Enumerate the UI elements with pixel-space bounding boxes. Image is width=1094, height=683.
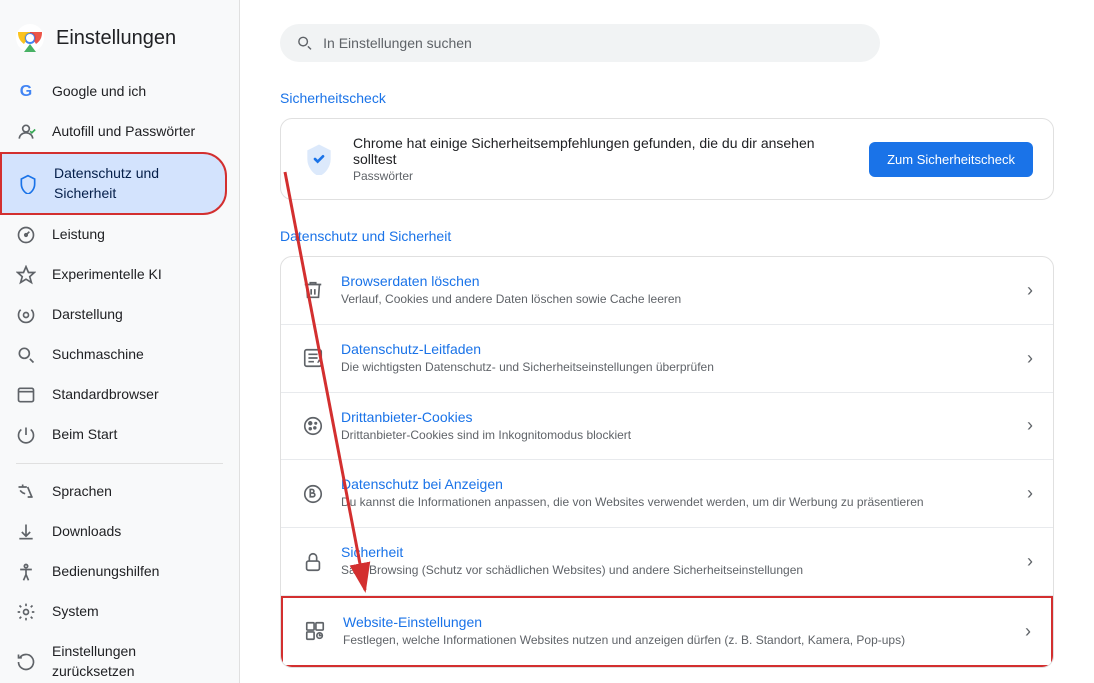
sidebar-divider: [16, 463, 223, 464]
sidebar-item-system[interactable]: System: [0, 592, 227, 632]
safety-card-text: Chrome hat einige Sicherheitsempfehlunge…: [353, 135, 853, 183]
site-settings-icon: [303, 619, 327, 643]
privacy-guide-icon: [301, 346, 325, 370]
privacy-guide-title: Datenschutz-Leitfaden: [341, 341, 1011, 357]
safety-check-button[interactable]: Zum Sicherheitscheck: [869, 142, 1033, 177]
security-title: Sicherheit: [341, 544, 1011, 560]
privacy-section-title: Datenschutz und Sicherheit: [280, 228, 1054, 244]
safety-card-title: Chrome hat einige Sicherheitsempfehlunge…: [353, 135, 853, 167]
chevron-right-icon-2: ›: [1027, 348, 1033, 369]
cookies-desc: Drittanbieter-Cookies sind im Inkognitom…: [341, 427, 1011, 444]
ad-privacy-text: Datenschutz bei Anzeigen Du kannst die I…: [341, 476, 1011, 511]
settings-item-clear-browsing[interactable]: Browserdaten löschen Verlauf, Cookies un…: [281, 257, 1053, 325]
safety-check-section-title: Sicherheitscheck: [280, 90, 1054, 106]
sidebar-item-search[interactable]: Suchmaschine: [0, 335, 227, 375]
search-bar[interactable]: [280, 24, 880, 62]
search-sidebar-icon: [16, 345, 36, 365]
settings-item-ad-privacy[interactable]: Datenschutz bei Anzeigen Du kannst die I…: [281, 460, 1053, 528]
safety-card-subtitle: Passwörter: [353, 169, 853, 183]
settings-item-privacy-guide[interactable]: Datenschutz-Leitfaden Die wichtigsten Da…: [281, 325, 1053, 393]
search-icon: [296, 34, 313, 52]
star-icon: [16, 265, 36, 285]
sidebar-item-autofill[interactable]: Autofill und Passwörter: [0, 112, 227, 152]
settings-section: Browserdaten löschen Verlauf, Cookies un…: [280, 256, 1054, 668]
privacy-guide-desc: Die wichtigsten Datenschutz- und Sicherh…: [341, 359, 1011, 376]
settings-item-cookies[interactable]: Drittanbieter-Cookies Drittanbieter-Cook…: [281, 393, 1053, 461]
security-desc: Safe Browsing (Schutz vor schädlichen We…: [341, 562, 1011, 579]
sidebar-item-privacy[interactable]: Datenschutz und Sicherheit: [0, 152, 227, 215]
reset-icon: [16, 652, 36, 672]
sidebar-item-downloads[interactable]: Downloads: [0, 512, 227, 552]
sidebar-item-accessibility[interactable]: Bedienungshilfen: [0, 552, 227, 592]
trash-icon: [301, 278, 325, 302]
sidebar: Einstellungen G Google und ich Autofill …: [0, 0, 240, 683]
sidebar-title: Einstellungen: [56, 27, 176, 50]
clear-browsing-text: Browserdaten löschen Verlauf, Cookies un…: [341, 273, 1011, 308]
security-text: Sicherheit Safe Browsing (Schutz vor sch…: [341, 544, 1011, 579]
ad-privacy-title: Datenschutz bei Anzeigen: [341, 476, 1011, 492]
cookies-text: Drittanbieter-Cookies Drittanbieter-Cook…: [341, 409, 1011, 444]
sidebar-item-startup[interactable]: Beim Start: [0, 415, 227, 455]
site-settings-title: Website-Einstellungen: [343, 614, 1009, 630]
google-icon: G: [16, 82, 36, 102]
chevron-right-icon-4: ›: [1027, 483, 1033, 504]
sidebar-item-appearance[interactable]: Darstellung: [0, 295, 227, 335]
main-wrapper: Sicherheitscheck Chrome hat einige Siche…: [240, 0, 1094, 683]
ad-privacy-desc: Du kannst die Informationen anpassen, di…: [341, 494, 1011, 511]
paint-icon: [16, 305, 36, 325]
sidebar-item-reset[interactable]: Einstellungen zurücksetzen: [0, 632, 227, 683]
autofill-icon: [16, 122, 36, 142]
chrome-logo-icon: [16, 24, 44, 52]
sidebar-header: Einstellungen: [0, 16, 239, 72]
sidebar-item-default-browser[interactable]: Standardbrowser: [0, 375, 227, 415]
browser-icon: [16, 385, 36, 405]
safety-check-card: Chrome hat einige Sicherheitsempfehlunge…: [280, 118, 1054, 200]
search-input[interactable]: [323, 35, 864, 51]
chevron-right-icon-5: ›: [1027, 551, 1033, 572]
lock-icon: [301, 550, 325, 574]
chevron-right-icon-3: ›: [1027, 415, 1033, 436]
site-settings-desc: Festlegen, welche Informationen Websites…: [343, 632, 1009, 649]
sidebar-item-performance[interactable]: Leistung: [0, 215, 227, 255]
sidebar-item-google[interactable]: G Google und ich: [0, 72, 227, 112]
clear-browsing-title: Browserdaten löschen: [341, 273, 1011, 289]
system-icon: [16, 602, 36, 622]
ad-privacy-icon: [301, 482, 325, 506]
site-settings-text: Website-Einstellungen Festlegen, welche …: [343, 614, 1009, 649]
clear-browsing-desc: Verlauf, Cookies und andere Daten lösche…: [341, 291, 1011, 308]
settings-item-security[interactable]: Sicherheit Safe Browsing (Schutz vor sch…: [281, 528, 1053, 596]
download-icon: [16, 522, 36, 542]
translate-icon: [16, 482, 36, 502]
sidebar-item-ai[interactable]: Experimentelle KI: [0, 255, 227, 295]
chevron-right-icon-6: ›: [1025, 621, 1031, 642]
privacy-guide-text: Datenschutz-Leitfaden Die wichtigsten Da…: [341, 341, 1011, 376]
power-icon: [16, 425, 36, 445]
main-content: Sicherheitscheck Chrome hat einige Siche…: [240, 0, 1094, 683]
accessibility-icon: [16, 562, 36, 582]
chevron-right-icon: ›: [1027, 280, 1033, 301]
gauge-icon: [16, 225, 36, 245]
sidebar-item-languages[interactable]: Sprachen: [0, 472, 227, 512]
shield-icon: [18, 174, 38, 194]
cookie-icon: [301, 414, 325, 438]
cookies-title: Drittanbieter-Cookies: [341, 409, 1011, 425]
safety-shield-icon: [301, 141, 337, 177]
settings-item-site-settings[interactable]: Website-Einstellungen Festlegen, welche …: [281, 596, 1053, 667]
